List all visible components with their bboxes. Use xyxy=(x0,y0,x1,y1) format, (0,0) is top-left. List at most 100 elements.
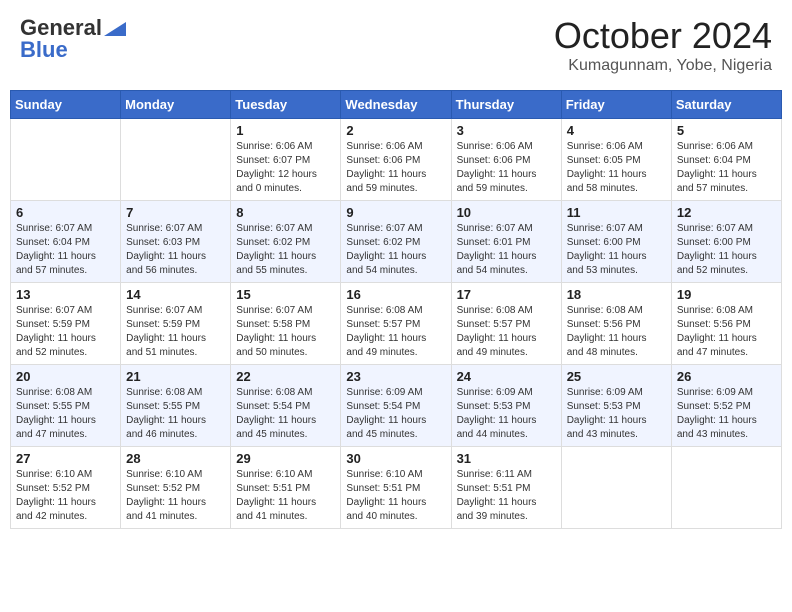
day-number: 18 xyxy=(567,287,666,302)
cell-info: Sunrise: 6:09 AM Sunset: 5:52 PM Dayligh… xyxy=(677,386,776,442)
day-number: 8 xyxy=(236,205,335,220)
cell-info: Sunrise: 6:08 AM Sunset: 5:56 PM Dayligh… xyxy=(677,304,776,360)
calendar-cell: 15 Sunrise: 6:07 AM Sunset: 5:58 PM Dayli… xyxy=(231,283,341,365)
calendar-week-row: 20 Sunrise: 6:08 AM Sunset: 5:55 PM Dayli… xyxy=(11,365,782,447)
cell-info: Sunrise: 6:08 AM Sunset: 5:55 PM Dayligh… xyxy=(16,386,115,442)
day-number: 12 xyxy=(677,205,776,220)
calendar-cell: 17 Sunrise: 6:08 AM Sunset: 5:57 PM Dayli… xyxy=(451,283,561,365)
cell-info: Sunrise: 6:10 AM Sunset: 5:51 PM Dayligh… xyxy=(346,468,445,524)
calendar-cell: 26Sunrise: 6:09 AM Sunset: 5:52 PM Dayli… xyxy=(671,365,781,447)
weekday-header: Saturday xyxy=(671,91,781,119)
calendar-cell: 1Sunrise: 6:06 AM Sunset: 6:07 PM Daylig… xyxy=(231,119,341,201)
cell-info: Sunrise: 6:07 AM Sunset: 6:00 PM Dayligh… xyxy=(567,222,666,278)
calendar-cell: 2 Sunrise: 6:06 AM Sunset: 6:06 PM Daylig… xyxy=(341,119,451,201)
cell-info: Sunrise: 6:07 AM Sunset: 5:59 PM Dayligh… xyxy=(16,304,115,360)
cell-info: Sunrise: 6:06 AM Sunset: 6:06 PM Dayligh… xyxy=(346,140,445,196)
calendar-cell: 23 Sunrise: 6:09 AM Sunset: 5:54 PM Dayli… xyxy=(341,365,451,447)
calendar-cell: 7Sunrise: 6:07 AM Sunset: 6:03 PM Daylig… xyxy=(121,201,231,283)
calendar-cell: 6Sunrise: 6:07 AM Sunset: 6:04 PM Daylig… xyxy=(11,201,121,283)
cell-info: Sunrise: 6:07 AM Sunset: 6:02 PM Dayligh… xyxy=(346,222,445,278)
logo: General Blue xyxy=(20,15,126,63)
cell-info: Sunrise: 6:07 AM Sunset: 6:00 PM Dayligh… xyxy=(677,222,776,278)
calendar-cell: 18 Sunrise: 6:08 AM Sunset: 5:56 PM Dayli… xyxy=(561,283,671,365)
cell-info: Sunrise: 6:06 AM Sunset: 6:05 PM Dayligh… xyxy=(567,140,666,196)
calendar-cell: 19Sunrise: 6:08 AM Sunset: 5:56 PM Dayli… xyxy=(671,283,781,365)
day-number: 4 xyxy=(567,123,666,138)
calendar-cell: 22 Sunrise: 6:08 AM Sunset: 5:54 PM Dayli… xyxy=(231,365,341,447)
calendar-cell: 12 Sunrise: 6:07 AM Sunset: 6:00 PM Dayli… xyxy=(671,201,781,283)
day-number: 22 xyxy=(236,369,335,384)
cell-info: Sunrise: 6:06 AM Sunset: 6:04 PM Dayligh… xyxy=(677,140,776,196)
day-number: 5 xyxy=(677,123,776,138)
calendar-cell: 5 Sunrise: 6:06 AM Sunset: 6:04 PM Daylig… xyxy=(671,119,781,201)
day-number: 6 xyxy=(16,205,115,220)
calendar-cell: 29Sunrise: 6:10 AM Sunset: 5:51 PM Dayli… xyxy=(231,447,341,529)
day-number: 7 xyxy=(126,205,225,220)
day-number: 15 xyxy=(236,287,335,302)
calendar-cell: 20 Sunrise: 6:08 AM Sunset: 5:55 PM Dayli… xyxy=(11,365,121,447)
weekday-header: Tuesday xyxy=(231,91,341,119)
day-number: 1 xyxy=(236,123,335,138)
day-number: 10 xyxy=(457,205,556,220)
calendar-week-row: 27 Sunrise: 6:10 AM Sunset: 5:52 PM Dayli… xyxy=(11,447,782,529)
weekday-header: Thursday xyxy=(451,91,561,119)
cell-info: Sunrise: 6:08 AM Sunset: 5:54 PM Dayligh… xyxy=(236,386,335,442)
cell-info: Sunrise: 6:09 AM Sunset: 5:53 PM Dayligh… xyxy=(567,386,666,442)
cell-info: Sunrise: 6:08 AM Sunset: 5:55 PM Dayligh… xyxy=(126,386,225,442)
day-number: 30 xyxy=(346,451,445,466)
calendar-cell: 25Sunrise: 6:09 AM Sunset: 5:53 PM Dayli… xyxy=(561,365,671,447)
calendar-cell: 27 Sunrise: 6:10 AM Sunset: 5:52 PM Dayli… xyxy=(11,447,121,529)
calendar-week-row: 6Sunrise: 6:07 AM Sunset: 6:04 PM Daylig… xyxy=(11,201,782,283)
calendar-cell xyxy=(121,119,231,201)
cell-info: Sunrise: 6:07 AM Sunset: 5:58 PM Dayligh… xyxy=(236,304,335,360)
calendar-cell xyxy=(671,447,781,529)
calendar-cell: 4 Sunrise: 6:06 AM Sunset: 6:05 PM Daylig… xyxy=(561,119,671,201)
cell-info: Sunrise: 6:09 AM Sunset: 5:54 PM Dayligh… xyxy=(346,386,445,442)
weekday-header: Friday xyxy=(561,91,671,119)
calendar-cell: 21 Sunrise: 6:08 AM Sunset: 5:55 PM Dayli… xyxy=(121,365,231,447)
calendar-cell: 13Sunrise: 6:07 AM Sunset: 5:59 PM Dayli… xyxy=(11,283,121,365)
weekday-header: Monday xyxy=(121,91,231,119)
cell-info: Sunrise: 6:07 AM Sunset: 5:59 PM Dayligh… xyxy=(126,304,225,360)
cell-info: Sunrise: 6:08 AM Sunset: 5:57 PM Dayligh… xyxy=(457,304,556,360)
calendar-week-row: 13Sunrise: 6:07 AM Sunset: 5:59 PM Dayli… xyxy=(11,283,782,365)
cell-info: Sunrise: 6:08 AM Sunset: 5:56 PM Dayligh… xyxy=(567,304,666,360)
day-number: 14 xyxy=(126,287,225,302)
calendar-cell xyxy=(11,119,121,201)
location: Kumagunnam, Yobe, Nigeria xyxy=(554,57,772,75)
title-section: October 2024 Kumagunnam, Yobe, Nigeria xyxy=(554,15,772,75)
day-number: 31 xyxy=(457,451,556,466)
calendar-cell: 28 Sunrise: 6:10 AM Sunset: 5:52 PM Dayli… xyxy=(121,447,231,529)
cell-info: Sunrise: 6:10 AM Sunset: 5:52 PM Dayligh… xyxy=(16,468,115,524)
day-number: 11 xyxy=(567,205,666,220)
calendar-cell: 10 Sunrise: 6:07 AM Sunset: 6:01 PM Dayli… xyxy=(451,201,561,283)
cell-info: Sunrise: 6:07 AM Sunset: 6:02 PM Dayligh… xyxy=(236,222,335,278)
day-number: 2 xyxy=(346,123,445,138)
day-number: 20 xyxy=(16,369,115,384)
cell-info: Sunrise: 6:10 AM Sunset: 5:52 PM Dayligh… xyxy=(126,468,225,524)
calendar-cell: 14 Sunrise: 6:07 AM Sunset: 5:59 PM Dayli… xyxy=(121,283,231,365)
day-number: 24 xyxy=(457,369,556,384)
cell-info: Sunrise: 6:07 AM Sunset: 6:01 PM Dayligh… xyxy=(457,222,556,278)
day-number: 17 xyxy=(457,287,556,302)
day-number: 16 xyxy=(346,287,445,302)
logo-blue-text: Blue xyxy=(20,37,68,63)
day-number: 21 xyxy=(126,369,225,384)
day-number: 28 xyxy=(126,451,225,466)
weekday-header-row: SundayMondayTuesdayWednesdayThursdayFrid… xyxy=(11,91,782,119)
day-number: 27 xyxy=(16,451,115,466)
cell-info: Sunrise: 6:08 AM Sunset: 5:57 PM Dayligh… xyxy=(346,304,445,360)
calendar-table: SundayMondayTuesdayWednesdayThursdayFrid… xyxy=(10,90,782,529)
cell-info: Sunrise: 6:06 AM Sunset: 6:06 PM Dayligh… xyxy=(457,140,556,196)
calendar-cell: 9Sunrise: 6:07 AM Sunset: 6:02 PM Daylig… xyxy=(341,201,451,283)
calendar-week-row: 1Sunrise: 6:06 AM Sunset: 6:07 PM Daylig… xyxy=(11,119,782,201)
weekday-header: Wednesday xyxy=(341,91,451,119)
calendar-cell: 30 Sunrise: 6:10 AM Sunset: 5:51 PM Dayli… xyxy=(341,447,451,529)
cell-info: Sunrise: 6:11 AM Sunset: 5:51 PM Dayligh… xyxy=(457,468,556,524)
day-number: 29 xyxy=(236,451,335,466)
day-number: 23 xyxy=(346,369,445,384)
month-title: October 2024 xyxy=(554,15,772,57)
logo-icon xyxy=(104,22,126,36)
calendar-cell xyxy=(561,447,671,529)
day-number: 3 xyxy=(457,123,556,138)
